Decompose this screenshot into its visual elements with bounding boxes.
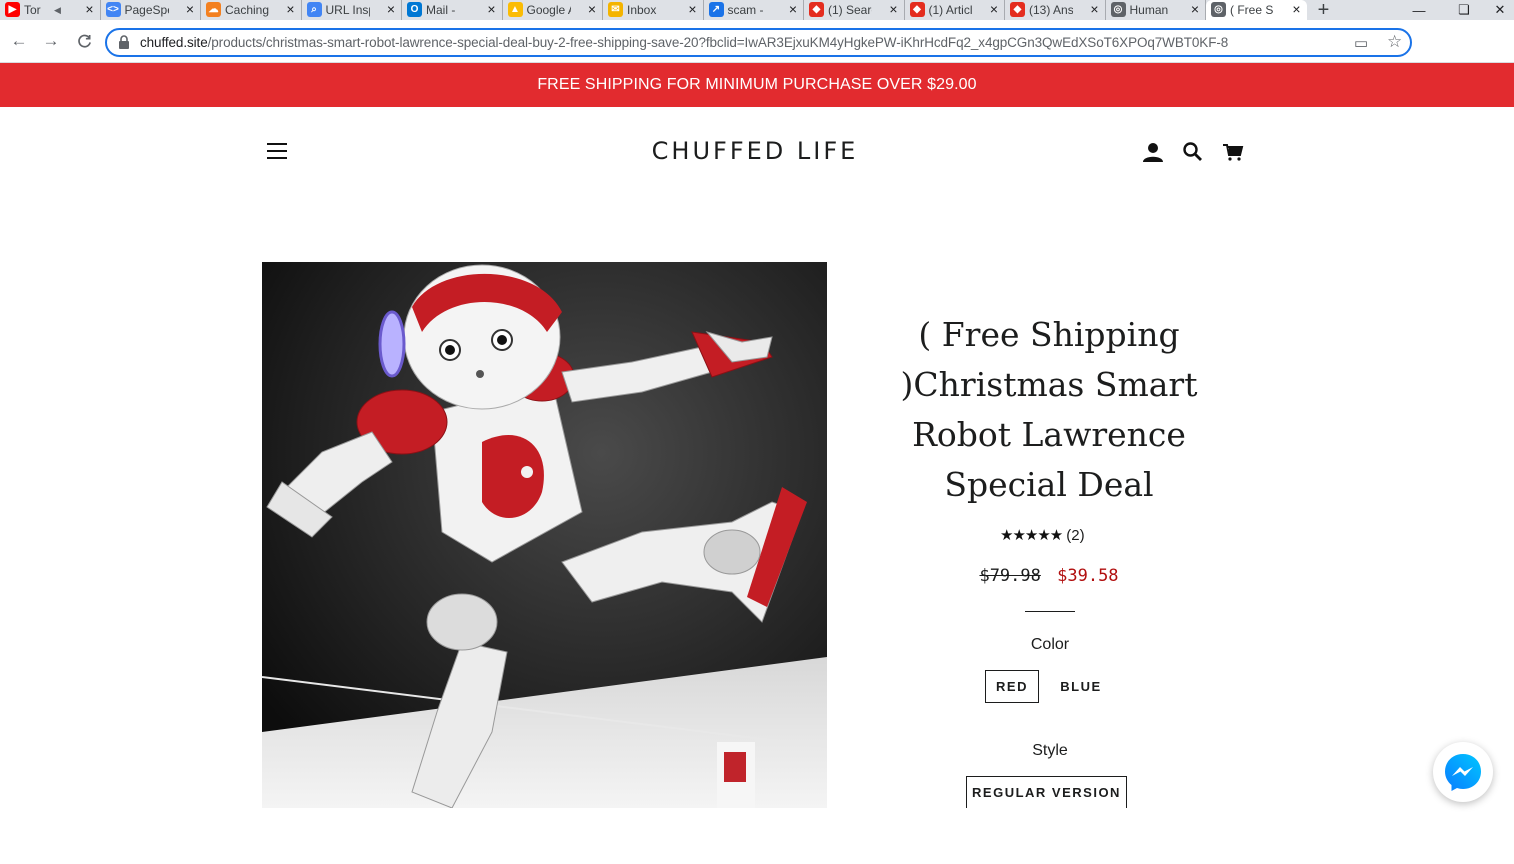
color-option-blue[interactable]: BLUE [1053,670,1109,703]
tab-close-icon[interactable]: × [889,1,897,17]
tab-title: Tor [24,3,41,17]
tab-close-icon[interactable]: × [387,1,395,17]
cast-icon[interactable]: ▭ [1354,34,1368,52]
tab-close-icon[interactable]: × [186,1,194,17]
tab-close-icon[interactable]: × [789,1,797,17]
google-ads-icon: ▲ [507,2,523,17]
tab-close-icon[interactable]: × [1090,1,1098,17]
tab-close-icon[interactable]: × [1292,1,1300,17]
browser-tab[interactable]: O Mail - × [402,0,503,20]
robot-illustration [262,262,827,808]
tab-close-icon[interactable]: × [85,1,93,17]
globe-icon: ◎ [1110,2,1126,17]
browser-tab[interactable]: ◎ Human × [1106,0,1206,20]
tab-close-icon[interactable]: × [1191,1,1199,17]
close-window-button[interactable]: ✕ [1486,0,1514,20]
tab-title: Inbox [627,3,657,17]
tab-title: (1) Article [928,3,973,17]
browser-tab[interactable]: <>PageSpeed × [101,0,201,20]
menu-hamburger-icon[interactable] [267,143,287,160]
rating-count: (2) [1066,526,1085,544]
tab-close-icon[interactable]: × [286,1,294,17]
cloudflare-icon: ☁ [206,2,221,17]
trends-icon: ↗ [708,2,724,17]
bookmark-star-icon[interactable]: ☆ [1387,32,1402,52]
browser-tab[interactable]: ▶ Tor ◀ × [0,0,101,20]
cart-icon[interactable] [1222,141,1244,163]
tab-title: scam - [727,3,764,17]
tab-title: Google Ads [526,3,571,17]
tab-title: Caching [225,3,269,17]
product-rating[interactable]: ★★★★★ (2) [1000,526,1085,545]
style-option-regular[interactable]: REGULAR VERSION [966,776,1127,808]
tab-title: (1) Search [828,3,872,17]
browser-tab[interactable]: ↗ scam - × [704,0,804,20]
url-text[interactable]: chuffed.site/products/christmas-smart-ro… [140,35,1228,50]
messenger-icon [1445,754,1481,791]
browser-tab[interactable]: ◆ (1) Search × [804,0,905,20]
messenger-chat-button[interactable] [1433,742,1493,802]
style-option-label: Style [1032,742,1068,759]
reload-button[interactable] [73,30,95,52]
color-option-red[interactable]: RED [985,670,1039,703]
forward-button[interactable]: → [40,30,62,52]
color-option-label: Color [1030,636,1070,653]
youtube-icon: ▶ [5,2,20,17]
tab-title: Human [1129,3,1169,17]
browser-tab[interactable]: ◆(1) Article × [905,0,1005,20]
browser-tab-strip: ▶Tor◀×<>PageSpeed×☁Caching×⌕URL Inspecti… [0,0,1514,21]
reload-icon [77,34,91,48]
account-icon[interactable] [1142,141,1164,163]
url-domain: chuffed.site [140,35,208,50]
product-image[interactable] [262,262,827,808]
browser-toolbar: ← → chuffed.site/products/christmas-smar… [0,20,1514,63]
browser-tab[interactable]: ▲Google Ads × [503,0,603,20]
browser-tab[interactable]: ◎ ( Free Shipping × [1206,0,1307,20]
tab-title: URL Inspection [325,3,370,17]
sale-price: $39.58 [1057,566,1119,586]
search-console-icon: ⌕ [306,2,322,17]
quora-icon: ◆ [809,2,824,17]
outlook-icon: O [407,2,422,17]
browser-tab[interactable]: ⌕URL Inspection × [302,0,402,20]
back-button[interactable]: ← [8,30,30,52]
tab-audio-icon[interactable]: ◀ [54,5,61,16]
new-tab-button[interactable]: + [1307,0,1341,21]
mail-icon: ✉ [608,2,623,17]
tab-title: PageSpeed [124,3,169,17]
tab-close-icon[interactable]: × [990,1,998,17]
address-bar[interactable]: chuffed.site/products/christmas-smart-ro… [105,28,1412,57]
quora-icon: ◆ [909,2,925,17]
price-block: $79.98 $39.58 [900,566,1198,586]
rating-stars-icon: ★★★★★ [1000,527,1063,544]
divider [1025,611,1075,612]
compare-at-price: $79.98 [979,566,1041,586]
url-path: /products/christmas-smart-robot-lawrence… [207,35,1229,50]
restore-window-button[interactable]: ❏ [1441,0,1487,20]
minimize-window-button[interactable]: — [1396,0,1442,20]
browser-tab[interactable]: ◆ (13) Answer × [1005,0,1106,20]
pagespeed-icon: <> [105,2,121,17]
product-title: ( Free Shipping )Christmas Smart Robot L… [900,315,1198,504]
free-shipping-banner: FREE SHIPPING FOR MINIMUM PURCHASE OVER … [0,63,1514,107]
tab-title: ( Free Shipping [1230,3,1274,17]
tab-close-icon[interactable]: × [688,1,696,17]
search-icon[interactable] [1182,141,1204,163]
browser-tab[interactable]: ☁ Caching × [201,0,302,20]
tab-title: Mail - [426,3,456,17]
globe-icon: ◎ [1211,2,1226,17]
quora-icon: ◆ [1010,2,1025,17]
site-logo[interactable]: CHUFFED LIFE [600,137,910,165]
tab-title: (13) Answer [1029,3,1073,17]
tab-close-icon[interactable]: × [588,1,596,17]
lock-icon [119,35,129,49]
tab-close-icon[interactable]: × [487,1,495,17]
browser-tab[interactable]: ✉ Inbox × [603,0,704,20]
